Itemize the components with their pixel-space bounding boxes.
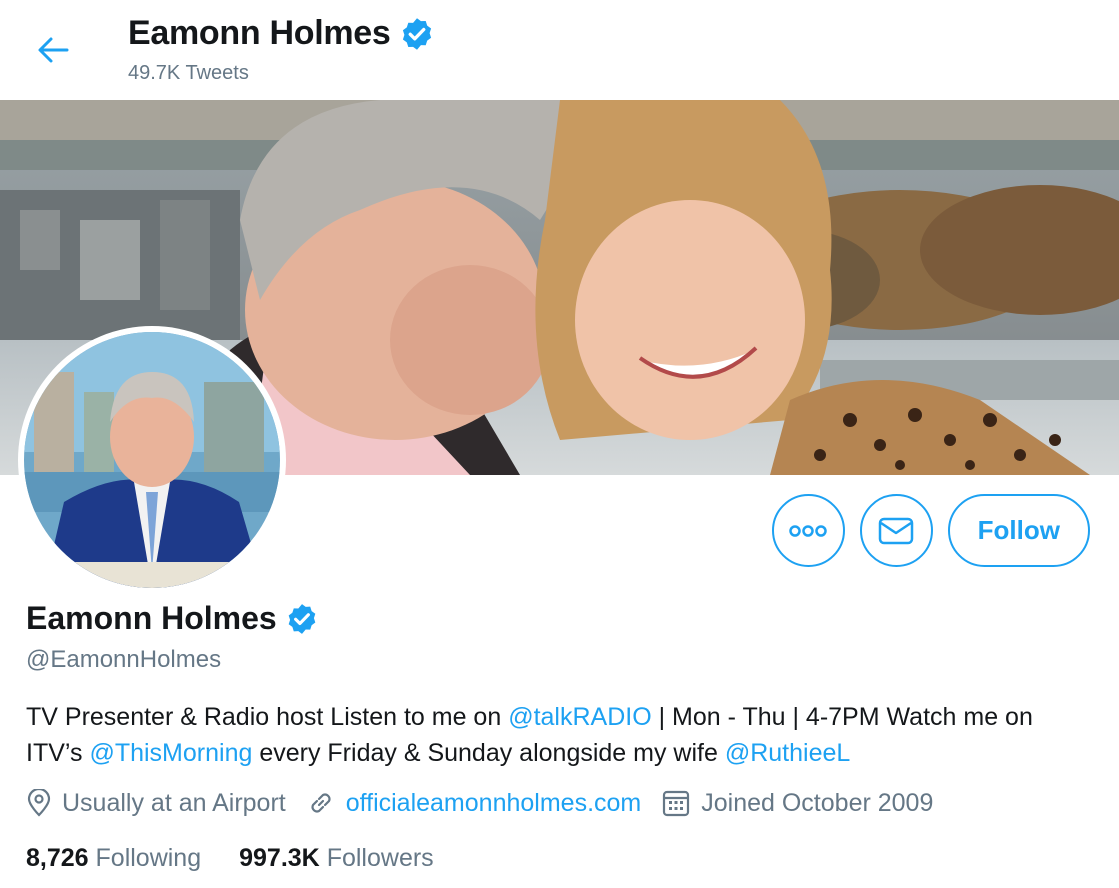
followers-label: Followers: [326, 844, 434, 872]
followers-link[interactable]: 997.3K Followers: [239, 844, 434, 873]
calendar-icon: [663, 790, 690, 817]
profile-handle: @EamonnHolmes: [26, 646, 222, 673]
following-label: Following: [95, 844, 202, 872]
joined-text: Joined October 2009: [701, 788, 934, 817]
verified-badge-icon: [288, 603, 316, 634]
profile-name-text: Eamonn Holmes: [26, 600, 277, 636]
location-pin-icon: [27, 789, 51, 817]
more-button[interactable]: [771, 494, 845, 567]
envelope-icon: [878, 517, 914, 544]
profile-location: Usually at an Airport: [26, 789, 286, 818]
message-button[interactable]: [859, 494, 933, 567]
profile-bio: TV Presenter & Radio host Listen to me o…: [26, 699, 1096, 771]
back-button[interactable]: [30, 30, 76, 70]
avatar[interactable]: [18, 326, 286, 594]
profile-header-bar: Eamonn Holmes 49.7K Tweets: [0, 0, 1119, 100]
following-count: 8,726: [26, 844, 89, 872]
location-text: Usually at an Airport: [62, 788, 286, 817]
profile-meta: Usually at an Airport officialeamonnholm…: [26, 788, 953, 818]
tweet-count: 49.7K Tweets: [128, 62, 249, 84]
website-link[interactable]: officialeamonnholmes.com: [346, 789, 642, 818]
follow-button[interactable]: Follow: [947, 494, 1090, 567]
more-dots-icon: [789, 524, 827, 537]
verified-badge-icon: [402, 17, 431, 50]
header-title: Eamonn Holmes: [128, 14, 435, 53]
profile-website: officialeamonnholmes.com: [306, 788, 642, 818]
header-name-text: Eamonn Holmes: [128, 14, 391, 52]
profile-stats: 8,726 Following 997.3K Followers: [26, 844, 472, 873]
arrow-left-icon: [38, 37, 69, 63]
avatar-image: [24, 332, 280, 588]
mention-link-talkradio[interactable]: @talkRADIO: [508, 703, 651, 731]
bio-text: every Friday & Sunday alongside my wife: [252, 739, 725, 767]
profile-joined: Joined October 2009: [661, 788, 933, 818]
following-link[interactable]: 8,726 Following: [26, 844, 201, 873]
followers-count: 997.3K: [239, 844, 320, 872]
profile-actions: Follow: [771, 494, 1090, 567]
mention-link-thismorning[interactable]: @ThisMorning: [89, 739, 252, 767]
bio-text: TV Presenter & Radio host Listen to me o…: [26, 703, 509, 731]
link-icon: [311, 793, 331, 813]
profile-display-name: Eamonn Holmes: [26, 600, 319, 637]
mention-link-ruthieel[interactable]: @RuthieeL: [725, 739, 850, 767]
